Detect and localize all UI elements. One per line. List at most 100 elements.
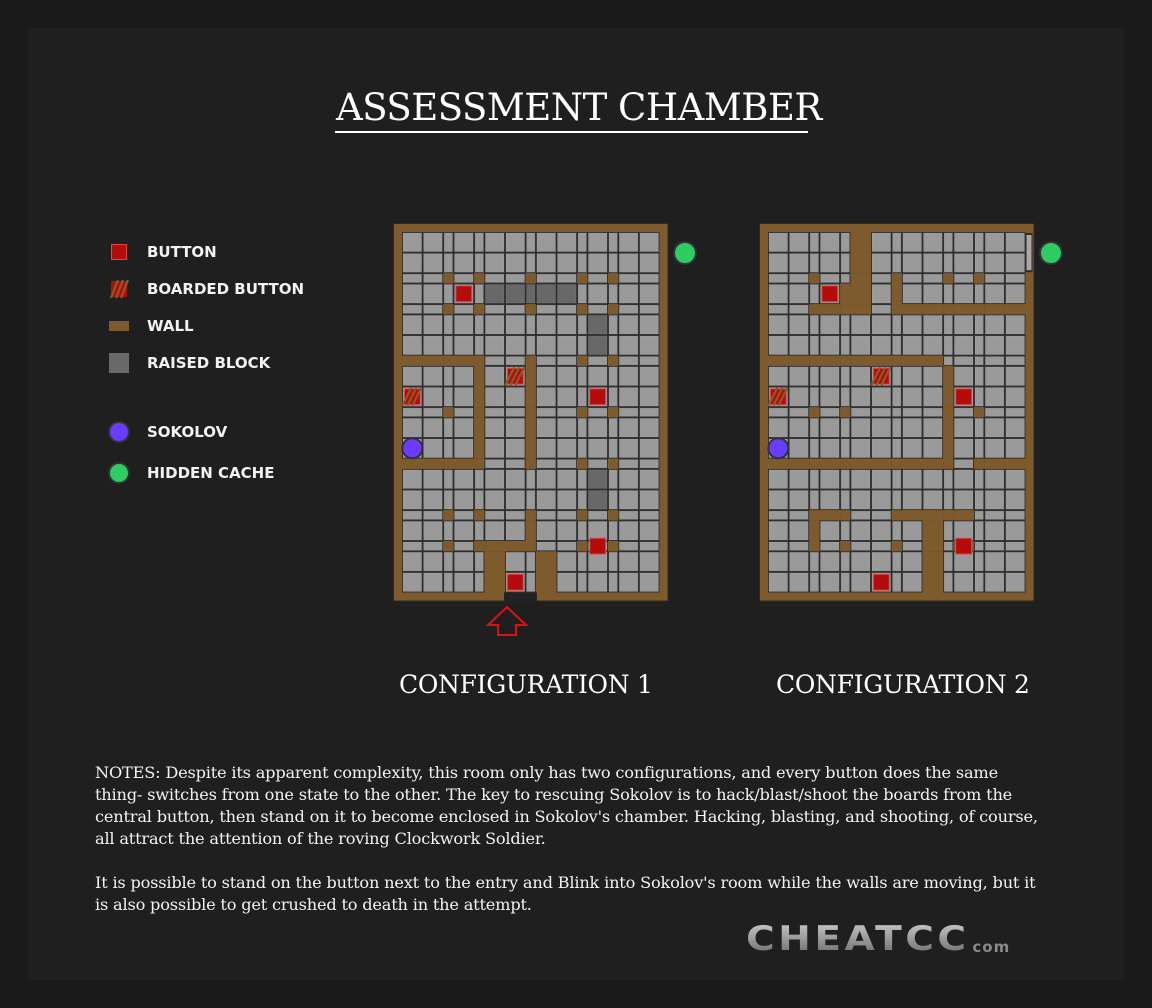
floor-tile — [485, 459, 505, 469]
floor-tile — [423, 490, 443, 510]
floor-tile — [608, 253, 618, 273]
legend-label: BOARDED BUTTON — [147, 280, 305, 298]
wall-tile — [484, 571, 505, 593]
floor-tile — [577, 469, 587, 489]
floor-tile — [902, 407, 922, 417]
floor-tile — [985, 273, 1005, 283]
floor-tile — [588, 572, 608, 592]
floor-tile — [526, 253, 536, 273]
floor-tile — [423, 387, 443, 407]
floor-tile — [954, 469, 974, 489]
floor-tile — [820, 366, 840, 386]
wall-tile — [974, 458, 985, 469]
floor-tile — [974, 366, 984, 386]
wall-tile — [891, 355, 902, 366]
wall-tile — [608, 541, 619, 552]
wall-tile — [443, 510, 454, 521]
floor-tile — [619, 521, 639, 541]
floor-tile — [892, 253, 902, 273]
floor-tile — [454, 387, 474, 407]
floor-tile — [820, 572, 840, 592]
wall-tile — [840, 355, 851, 366]
wall-tile — [608, 407, 619, 418]
floor-tile — [485, 510, 505, 520]
floor-tile — [974, 335, 984, 355]
floor-tile — [454, 541, 474, 551]
floor-tile — [985, 572, 1005, 592]
floor-tile — [485, 315, 505, 335]
wall-tile — [525, 304, 536, 315]
wall-tile — [402, 458, 423, 469]
floor-tile — [974, 541, 984, 551]
wall-tile — [901, 458, 923, 469]
wall-tile — [535, 551, 557, 572]
floor-tile — [943, 356, 953, 366]
floor-tile — [443, 438, 453, 458]
floor-tile — [557, 315, 577, 335]
floor-tile — [851, 366, 871, 386]
floor-tile — [840, 366, 850, 386]
floor-tile — [851, 541, 871, 551]
wall-tile — [871, 458, 892, 469]
floor-tile — [768, 510, 788, 520]
floor-tile — [639, 541, 659, 551]
floor-tile — [820, 387, 840, 407]
entry-arrow-icon — [485, 605, 529, 636]
floor-tile — [536, 407, 556, 417]
floor-tile — [505, 387, 525, 407]
notes-paragraph: NOTES: Despite its apparent complexity, … — [95, 763, 1038, 848]
floor-tile — [943, 490, 953, 510]
floor-tile — [608, 521, 618, 541]
floor-tile — [485, 469, 505, 489]
floor-tile — [985, 510, 1005, 520]
wall-tile — [901, 304, 923, 315]
legend-label: SOKOLOV — [147, 423, 228, 441]
floor-tile — [639, 232, 659, 252]
floor-tile — [577, 387, 587, 407]
floor-tile — [619, 418, 639, 438]
floor-tile — [619, 551, 639, 572]
floor-tile — [789, 315, 809, 335]
wall-tile — [525, 407, 536, 418]
wall-tile — [984, 304, 1005, 315]
floor-tile — [485, 387, 505, 407]
floor-tile — [402, 572, 422, 592]
floor-tile — [985, 356, 1005, 366]
floor-tile — [902, 418, 922, 438]
floor-tile — [505, 273, 525, 283]
floor-tile — [485, 356, 505, 366]
floor-tile — [526, 469, 536, 489]
floor-tile — [923, 253, 943, 273]
wall-tile — [901, 510, 923, 521]
floor-tile — [474, 521, 484, 541]
floor-tile — [923, 469, 943, 489]
floor-tile — [923, 335, 943, 355]
floor-tile — [443, 551, 453, 572]
floor-tile — [639, 459, 659, 469]
floor-tile — [505, 356, 525, 366]
wall-tile — [788, 458, 810, 469]
floor-tile — [443, 418, 453, 438]
floor-tile — [485, 232, 505, 252]
floor-tile — [789, 551, 809, 572]
floor-tile — [485, 366, 505, 386]
floor-tile — [588, 407, 608, 417]
floor-tile — [577, 521, 587, 541]
wall-tile — [525, 510, 536, 521]
wall-tile — [577, 458, 588, 469]
floor-tile — [954, 284, 974, 304]
boarded-button-icon — [767, 387, 789, 407]
floor-tile — [923, 418, 943, 438]
floor-tile — [943, 253, 953, 273]
floor-tile — [851, 407, 871, 417]
floor-tile — [526, 335, 536, 355]
wall-tile — [809, 510, 820, 521]
floor-tile — [557, 551, 577, 572]
floor-tile — [423, 366, 443, 386]
floor-tile — [923, 490, 943, 510]
floor-tile — [443, 469, 453, 489]
wall-tile — [984, 458, 1005, 469]
floor-tile — [923, 366, 943, 386]
floor-tile — [639, 315, 659, 335]
floor-tile — [454, 366, 474, 386]
